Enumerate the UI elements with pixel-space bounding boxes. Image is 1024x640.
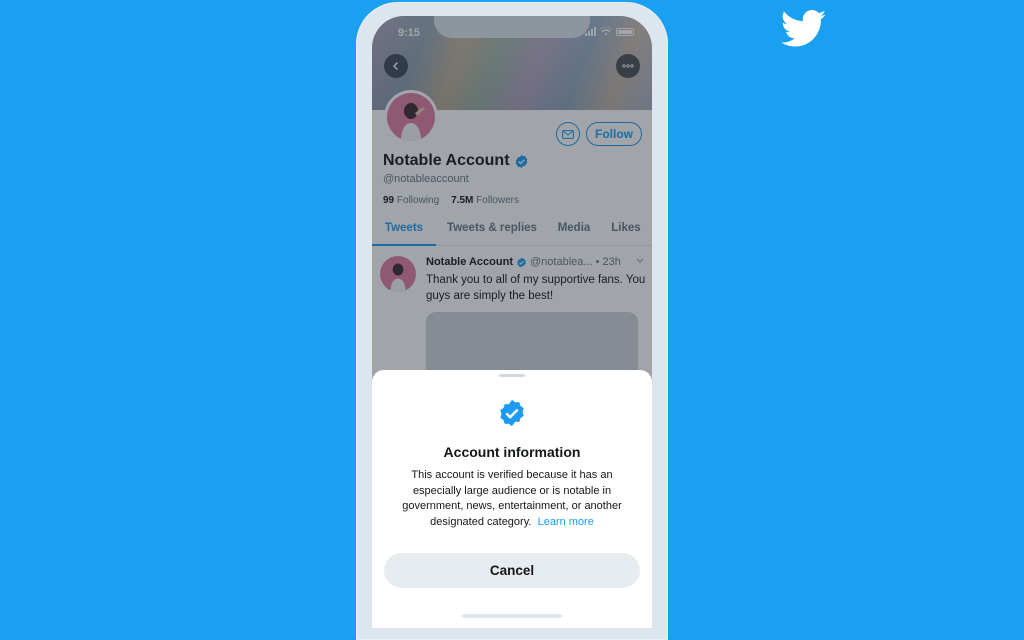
sheet-body: This account is verified because it has … <box>392 468 632 530</box>
sheet-grabber[interactable] <box>499 374 525 377</box>
cancel-button[interactable]: Cancel <box>384 553 640 588</box>
learn-more-link[interactable]: Learn more <box>538 516 594 528</box>
account-info-sheet: Account information This account is veri… <box>372 370 652 628</box>
home-indicator <box>462 614 562 618</box>
sheet-title: Account information <box>443 444 581 460</box>
twitter-bird-icon <box>781 10 827 47</box>
verified-badge-icon <box>500 399 524 427</box>
phone-screen: 9:15 Follow Notable Account @notableacco… <box>372 16 652 628</box>
